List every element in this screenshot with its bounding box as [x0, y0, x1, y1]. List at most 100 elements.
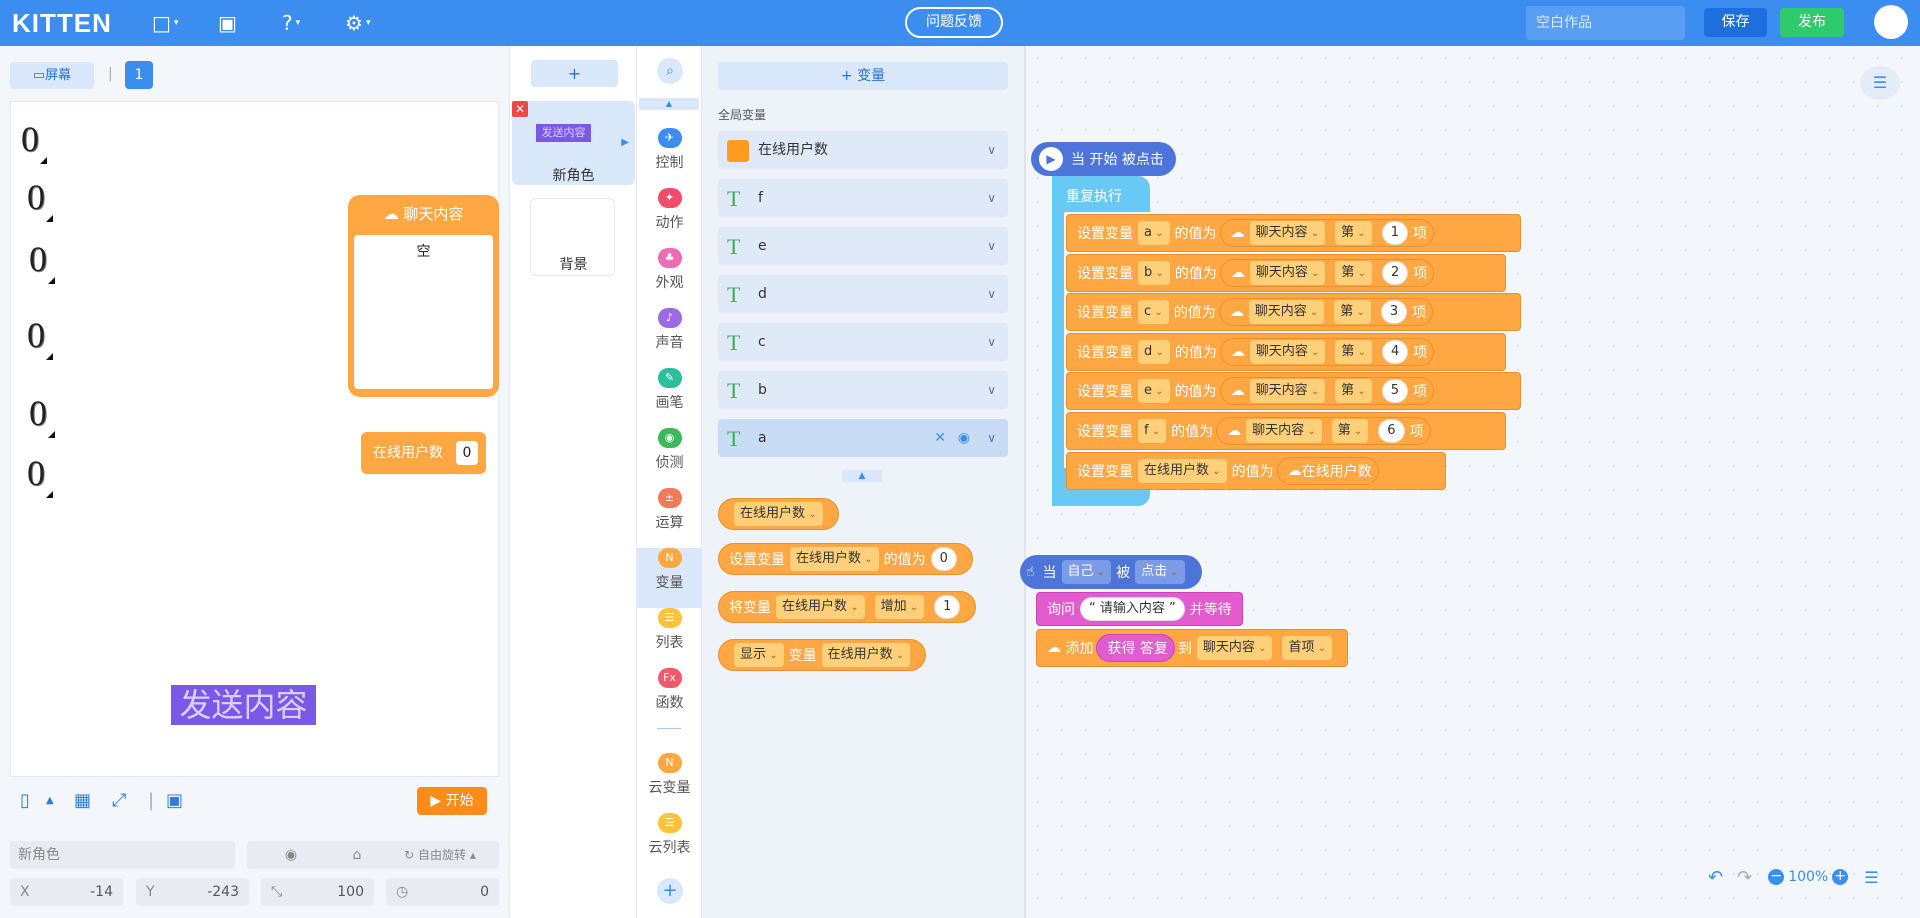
add-extension-button[interactable]: + [657, 878, 683, 904]
variable-row[interactable]: Te ∨ [718, 227, 1008, 265]
folder-icon[interactable]: □ ▾ [152, 10, 178, 36]
chevron-down-icon[interactable]: ∨ [987, 275, 996, 313]
search-icon[interactable]: ⌕ [657, 58, 683, 84]
settings-icon[interactable]: ⚙ ▾ [345, 10, 370, 36]
list-dropdown[interactable]: 聊天内容 [1249, 339, 1326, 364]
list-item-reporter[interactable]: ☁聊天内容第2项 [1219, 258, 1435, 287]
category-cloud-lists[interactable]: ☰ 云列表 [637, 813, 702, 873]
size-field[interactable]: ⤡ 100 [261, 878, 374, 906]
category-variables[interactable]: N 变量 [637, 548, 702, 608]
sprite-card[interactable]: ✕ 发送内容 ▶ 新角色 [512, 101, 635, 185]
redo-icon[interactable]: ↷ [1737, 867, 1752, 888]
category-looks[interactable]: ♣ 外观 [637, 248, 702, 308]
work-name-input[interactable]: 空白作品 [1526, 6, 1685, 40]
variable-row[interactable]: Tf ∨ [718, 179, 1008, 217]
add-variable-button[interactable]: + 变量 [718, 62, 1008, 90]
direction-field[interactable]: ◷ 0 [386, 878, 499, 906]
search-blocks-icon[interactable]: ☰ [1860, 66, 1900, 100]
variable-dropdown[interactable]: e [1138, 379, 1170, 403]
zoom-in-icon[interactable]: + [1832, 869, 1849, 885]
chevron-down-icon[interactable]: ∨ [987, 179, 996, 217]
delete-icon[interactable]: ✕ [512, 101, 528, 117]
set-variable-block[interactable]: 设置变量f的值为☁聊天内容第6项 [1066, 411, 1506, 450]
feedback-button[interactable]: 问题反馈 [905, 7, 1003, 38]
change-variable-block[interactable]: 将变量在线用户数增加 1 [718, 591, 977, 623]
chevron-down-icon[interactable]: ∨ [987, 323, 996, 361]
screen-button[interactable]: ▭屏幕 [10, 62, 94, 89]
variable-row[interactable]: Tc ∨ [718, 323, 1008, 361]
operation-dropdown[interactable]: 增加 [874, 595, 925, 619]
page-number-button[interactable]: 1 [125, 61, 153, 89]
category-motion[interactable]: ✦ 动作 [637, 188, 702, 248]
index-input[interactable]: 6 [1378, 418, 1405, 443]
category-operators[interactable]: ± 运算 [637, 488, 702, 548]
publish-button[interactable]: 发布 [1780, 8, 1844, 37]
variable-dropdown[interactable]: d [1138, 339, 1170, 364]
caret-up-icon[interactable]: ▲ [46, 795, 54, 806]
ask-and-wait-block[interactable]: 询问 “ 请输入内容 ” 并等待 [1036, 592, 1243, 626]
position-dropdown[interactable]: 首项 [1282, 636, 1333, 660]
list-dropdown[interactable]: 聊天内容 [1246, 418, 1322, 443]
value-input[interactable]: 1 [934, 595, 961, 619]
fullscreen-icon[interactable]: ⤢ [112, 790, 126, 811]
variable-row[interactable]: Td ∨ [718, 275, 1008, 313]
stage-size-icon[interactable]: ▯ [20, 790, 30, 811]
category-cloud-variables[interactable]: N 云变量 [637, 753, 702, 813]
number-sprite[interactable]: 0 [21, 118, 47, 164]
list-item-reporter[interactable]: ☁聊天内容第3项 [1218, 298, 1434, 326]
caret-up-icon[interactable]: ▲ [639, 98, 699, 110]
variable-row[interactable]: Ta ✕ ◉ ∨ [718, 419, 1008, 457]
variable-dropdown[interactable]: 在线用户数 [734, 502, 823, 526]
list-dropdown[interactable]: 聊天内容 [1249, 221, 1326, 245]
variable-dropdown[interactable]: 在线用户数 [821, 643, 911, 667]
variable-dropdown[interactable]: f [1138, 418, 1167, 443]
list-dropdown[interactable]: 聊天内容 [1249, 260, 1326, 285]
cloud-variable-reporter[interactable]: ☁ 在线用户数 [1276, 457, 1379, 485]
start-button[interactable]: ▶ 开始 [417, 787, 487, 815]
eye-icon[interactable]: ◉ [958, 419, 970, 457]
variable-monitor[interactable]: 在线用户数 0 [361, 432, 486, 474]
set-variable-block[interactable]: 设置变量b的值为☁聊天内容第2项 [1066, 253, 1506, 292]
nth-dropdown[interactable]: 第 [1335, 379, 1372, 403]
chevron-down-icon[interactable]: ∨ [987, 419, 996, 457]
backpack-icon[interactable]: ▣ [218, 10, 237, 36]
preview-icon[interactable]: ▣ [166, 790, 183, 811]
chevron-right-icon[interactable]: ▶ [621, 137, 629, 148]
set-variable-block[interactable]: 设置变量e的值为☁聊天内容第5项 [1066, 372, 1521, 410]
category-functions[interactable]: Fx 函数 [637, 668, 702, 728]
undo-icon[interactable]: ↶ [1708, 867, 1723, 888]
y-field[interactable]: Y -243 [136, 878, 249, 906]
event-dropdown[interactable]: 点击 [1135, 560, 1185, 584]
nth-dropdown[interactable]: 第 [1335, 339, 1372, 364]
sprite-name-input[interactable]: 新角色 [10, 841, 235, 869]
show-hide-dropdown[interactable]: 显示 [734, 643, 784, 667]
category-sensing[interactable]: ◉ 侦测 [637, 428, 702, 488]
ask-text-input[interactable]: “ 请输入内容 ” [1080, 597, 1185, 621]
index-input[interactable]: 5 [1381, 379, 1408, 403]
show-variable-block[interactable]: 显示变量在线用户数 [718, 639, 927, 671]
chevron-down-icon[interactable]: ∨ [987, 227, 996, 265]
list-item-reporter[interactable]: ☁聊天内容第4项 [1219, 337, 1435, 366]
nth-dropdown[interactable]: 第 [1335, 221, 1372, 245]
variable-dropdown[interactable]: b [1138, 260, 1170, 285]
add-to-list-block[interactable]: ☁ 添加获得 答复到聊天内容首项 [1036, 629, 1349, 667]
index-input[interactable]: 1 [1381, 221, 1408, 245]
avatar[interactable]: ☻ [1874, 5, 1908, 39]
variable-dropdown[interactable]: c [1138, 300, 1169, 324]
variable-dropdown[interactable]: a [1138, 221, 1170, 245]
chat-list-monitor[interactable]: ☁ 聊天内容 空 [348, 195, 499, 397]
send-text-sprite[interactable]: 发送内容 [171, 685, 316, 725]
background-card[interactable]: 背景 [530, 198, 615, 276]
nth-dropdown[interactable]: 第 [1334, 300, 1371, 324]
when-start-clicked-block[interactable]: ▶ 当 开始 被点击 [1031, 142, 1176, 176]
number-sprite[interactable]: 0 [27, 176, 53, 222]
answer-reporter[interactable]: 获得 答复 [1096, 634, 1175, 662]
chevron-down-icon[interactable]: ∨ [987, 371, 996, 409]
category-control[interactable]: ✈ 控制 [637, 128, 702, 188]
variable-dropdown[interactable]: 在线用户数 [790, 547, 879, 571]
list-item-reporter[interactable]: ☁聊天内容第5项 [1219, 377, 1434, 405]
nth-dropdown[interactable]: 第 [1335, 260, 1372, 285]
index-input[interactable]: 3 [1380, 300, 1408, 324]
index-input[interactable]: 2 [1381, 260, 1409, 285]
set-variable-block[interactable]: 设置变量c的值为☁聊天内容第3项 [1066, 293, 1521, 331]
